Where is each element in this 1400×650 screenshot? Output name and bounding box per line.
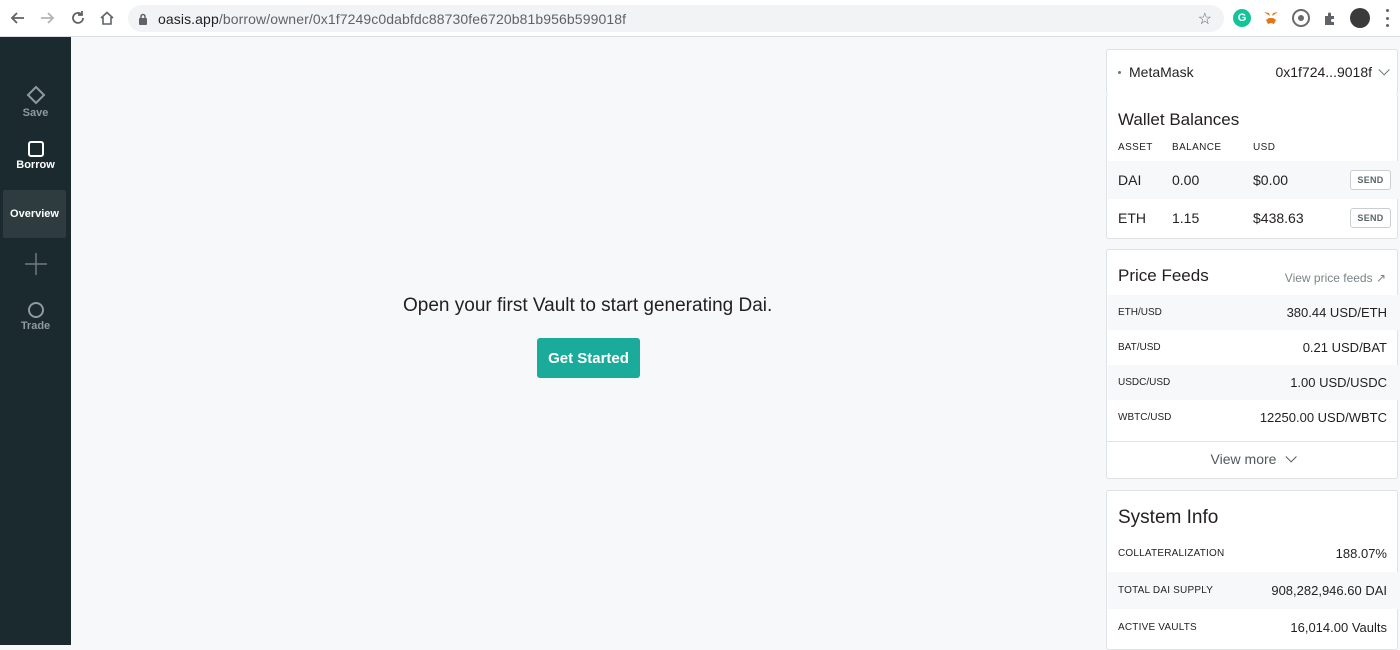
chevron-down-icon[interactable] <box>1378 64 1390 76</box>
browser-toolbar: oasis.app/borrow/owner/0x1f7249c0dabfdc8… <box>0 0 1400 37</box>
info-value: 16,014.00 Vaults <box>1290 620 1387 635</box>
feed-pair: BAT/USD <box>1118 342 1161 353</box>
info-value: 188.07% <box>1335 546 1387 561</box>
wallet-status-dot <box>1118 70 1121 74</box>
info-key: ACTIVE VAULTS <box>1118 622 1197 633</box>
list-item: ACTIVE VAULTS 16,014.00 Vaults <box>1108 609 1398 646</box>
list-item: WBTC/USD 12250.00 USD/WBTC <box>1108 400 1398 435</box>
column-header: USD <box>1253 142 1276 153</box>
usd-cell: $0.00 <box>1253 172 1289 188</box>
asset-cell: ETH <box>1118 210 1146 226</box>
view-price-feeds-link[interactable]: View price feeds ↗ <box>1285 271 1386 285</box>
plus-icon <box>24 253 47 275</box>
wallet-address: 0x1f724...9018f <box>1275 64 1372 80</box>
column-header: BALANCE <box>1172 142 1222 153</box>
wallet-account-panel[interactable]: MetaMask 0x1f724...9018f <box>1106 49 1398 95</box>
sidebar-item-label: Trade <box>20 320 51 332</box>
sidebar-item-borrow[interactable]: Borrow <box>0 140 71 171</box>
bookmark-star-icon[interactable]: ☆ <box>1198 9 1212 29</box>
forward-arrow-icon[interactable] <box>36 7 58 29</box>
sidebar-item-overview[interactable]: Overview <box>3 190 66 238</box>
feed-value: 1.00 USD/USDC <box>1290 375 1387 390</box>
view-more-label: View more <box>1210 450 1277 467</box>
column-header: ASSET <box>1118 142 1153 153</box>
balance-cell: 0.00 <box>1172 172 1200 188</box>
send-dai-button[interactable]: SEND <box>1350 170 1391 190</box>
list-item: COLLATERALIZATION 188.07% <box>1108 535 1398 572</box>
metamask-extension-icon[interactable] <box>1262 9 1280 27</box>
list-item: USDC/USD 1.00 USD/USDC <box>1108 365 1398 400</box>
square-icon <box>27 141 44 157</box>
list-item: TOTAL DAI SUPPLY 908,282,946.60 DAI <box>1108 572 1398 609</box>
view-more-button[interactable]: View more <box>1107 441 1397 475</box>
feed-pair: WBTC/USD <box>1118 412 1172 423</box>
reload-icon[interactable] <box>67 7 89 29</box>
feed-value: 12250.00 USD/WBTC <box>1259 410 1387 425</box>
info-key: TOTAL DAI SUPPLY <box>1118 585 1214 596</box>
feed-value: 380.44 USD/ETH <box>1286 305 1387 320</box>
sidebar-item-label: Borrow <box>16 159 55 171</box>
panel-title: Price Feeds <box>1118 266 1209 285</box>
sidebar: Save Borrow Overview Trade <box>0 37 71 645</box>
sidebar-item-save[interactable]: Save <box>0 85 71 119</box>
extension-badge-icon[interactable] <box>1292 9 1310 27</box>
price-feeds-panel: Price Feeds View price feeds ↗ ETH/USD 3… <box>1106 249 1398 479</box>
table-row: DAI 0.00 $0.00 SEND <box>1108 161 1398 199</box>
system-info-panel: System Info COLLATERALIZATION 188.07% TO… <box>1106 490 1398 650</box>
panel-title: Wallet Balances <box>1118 110 1240 129</box>
info-key: COLLATERALIZATION <box>1118 548 1225 559</box>
sidebar-item-add[interactable] <box>0 252 71 276</box>
send-eth-button[interactable]: SEND <box>1350 208 1391 228</box>
list-item: ETH/USD 380.44 USD/ETH <box>1108 295 1398 330</box>
balance-cell: 1.15 <box>1172 210 1200 226</box>
sidebar-item-label: Overview <box>10 208 59 220</box>
url-text: oasis.app/borrow/owner/0x1f7249c0dabfdc8… <box>158 11 626 27</box>
empty-state-message: Open your first Vault to start generatin… <box>403 295 773 316</box>
list-item: BAT/USD 0.21 USD/BAT <box>1108 330 1398 365</box>
panel-title: System Info <box>1118 507 1219 528</box>
url-host: oasis.app <box>158 10 219 27</box>
table-row: ETH 1.15 $438.63 SEND <box>1108 199 1398 237</box>
get-started-button[interactable]: Get Started <box>537 338 640 378</box>
puzzle-extensions-icon[interactable] <box>1321 9 1339 27</box>
asset-cell: DAI <box>1118 172 1142 188</box>
sidebar-item-label: Save <box>22 107 49 119</box>
sidebar-item-trade[interactable]: Trade <box>0 301 71 332</box>
feed-pair: ETH/USD <box>1118 307 1162 318</box>
home-icon[interactable] <box>96 7 118 29</box>
feed-value: 0.21 USD/BAT <box>1302 340 1387 355</box>
chevron-down-icon <box>1285 450 1298 463</box>
lock-icon <box>137 12 149 26</box>
back-arrow-icon[interactable] <box>7 7 29 29</box>
wallet-balances-panel: Wallet Balances ASSET BALANCE USD DAI 0.… <box>1106 94 1398 239</box>
diamond-icon <box>26 85 45 105</box>
url-path: /borrow/owner/0x1f7249c0dabfdc88730fe672… <box>218 10 627 27</box>
feed-pair: USDC/USD <box>1118 377 1171 388</box>
usd-cell: $438.63 <box>1253 210 1304 226</box>
browser-menu-icon[interactable] <box>1384 9 1390 27</box>
circle-icon <box>27 302 44 318</box>
grammarly-extension-icon[interactable]: G <box>1233 9 1251 27</box>
info-value: 908,282,946.60 DAI <box>1271 583 1387 598</box>
profile-avatar[interactable] <box>1350 8 1370 28</box>
wallet-provider: MetaMask <box>1129 64 1194 80</box>
address-bar[interactable]: oasis.app/borrow/owner/0x1f7249c0dabfdc8… <box>128 5 1224 32</box>
